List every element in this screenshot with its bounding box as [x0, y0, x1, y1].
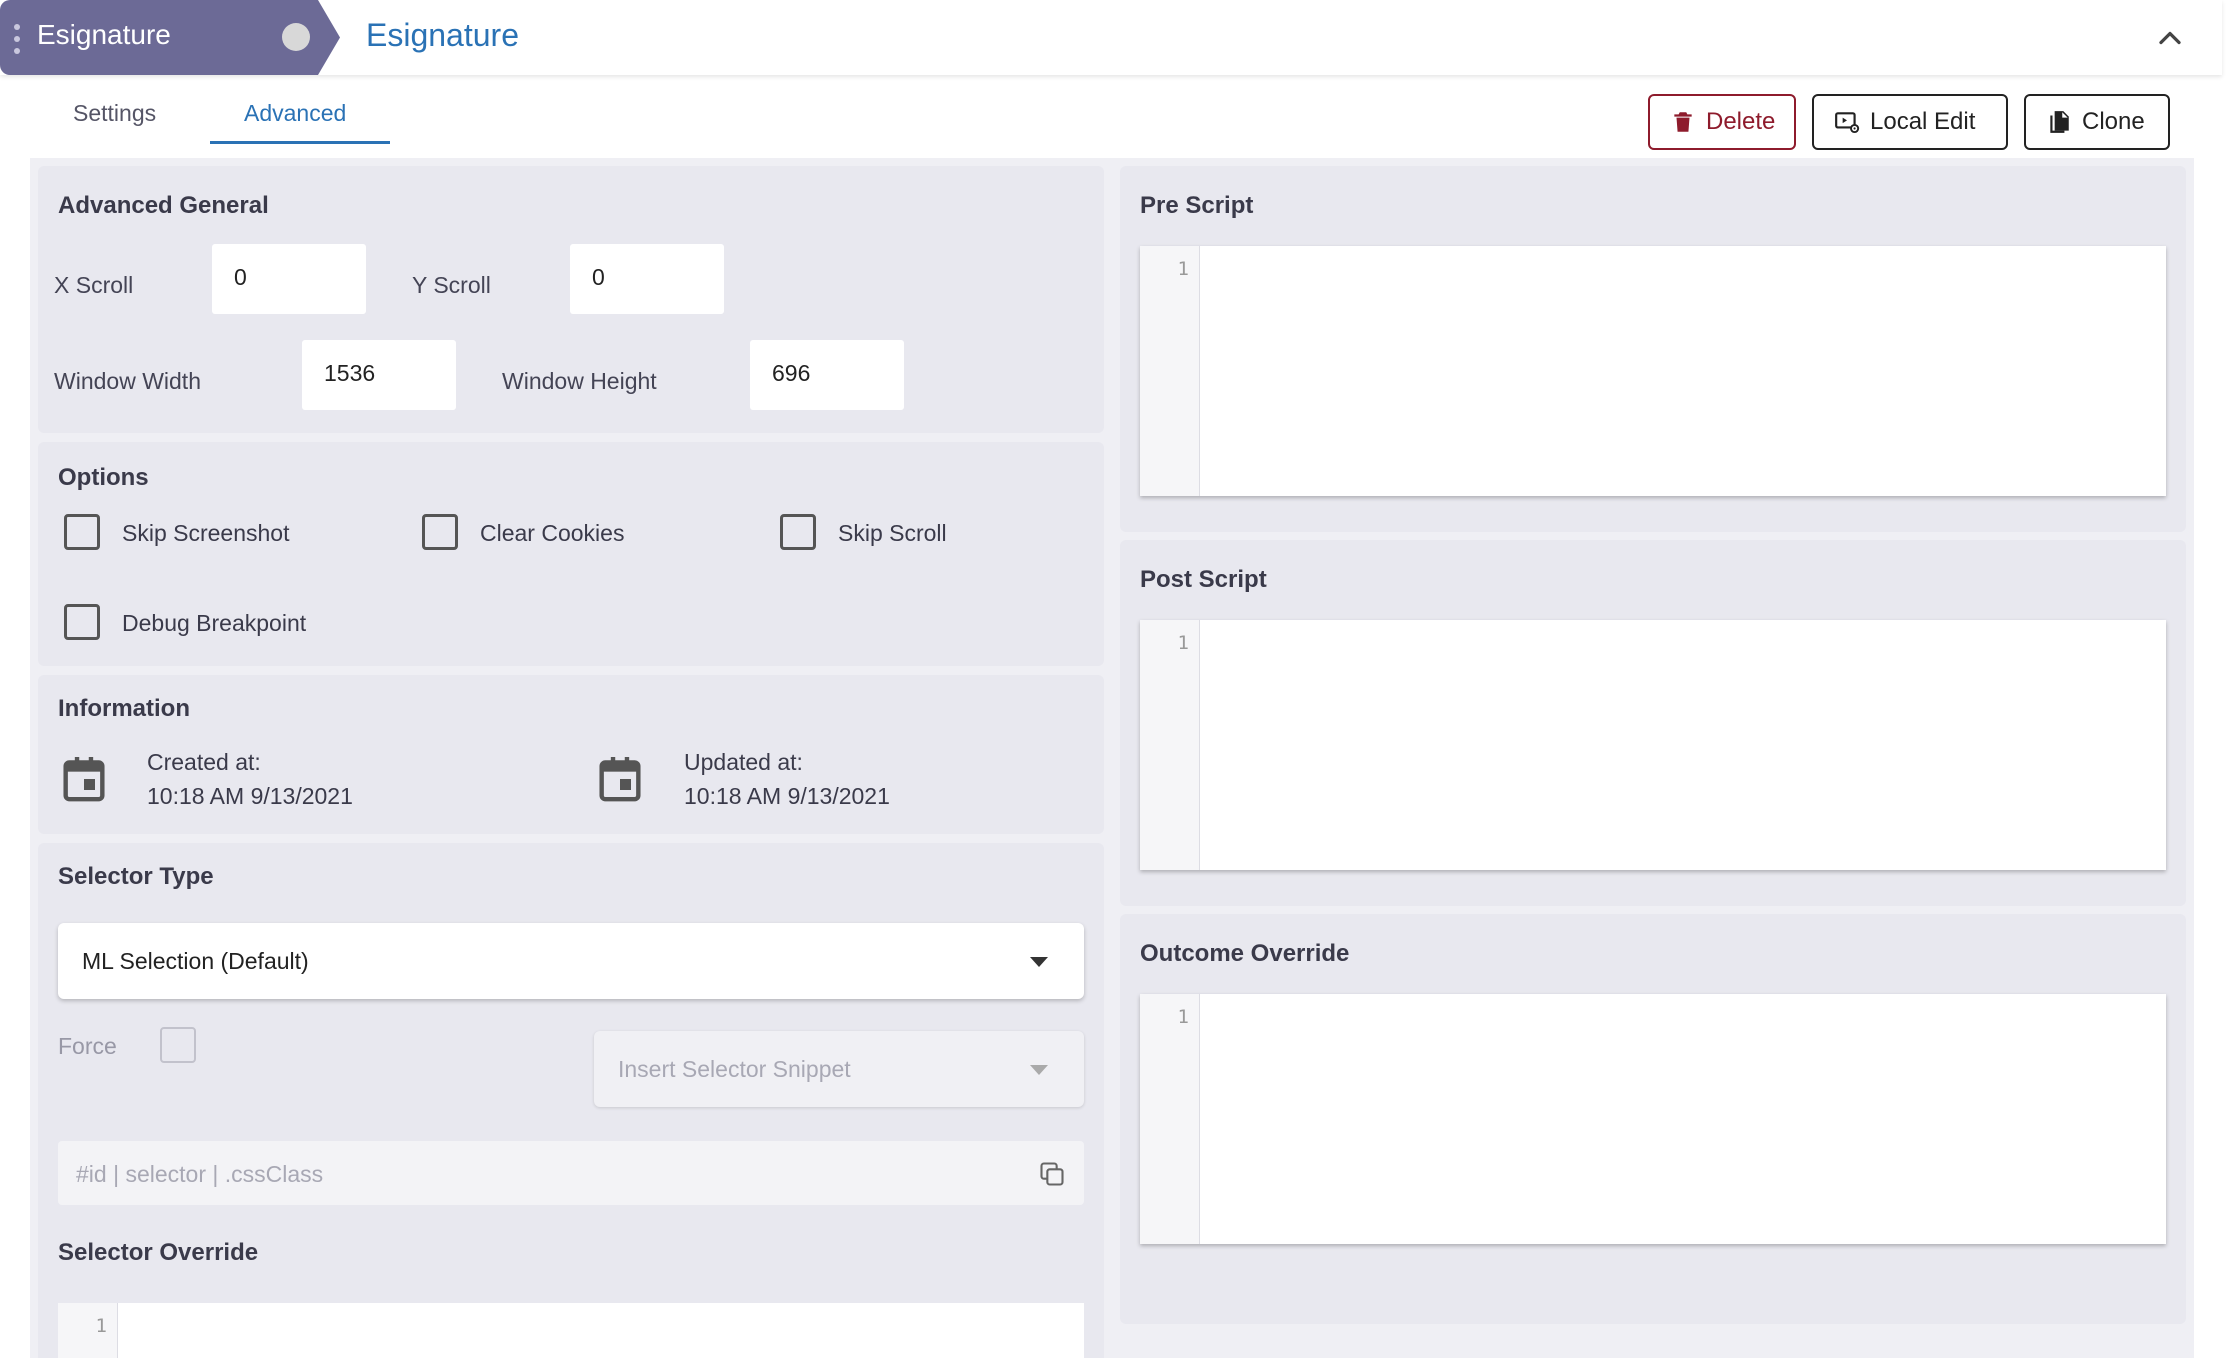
post-script-title: Post Script [1140, 566, 1267, 593]
window-width-input[interactable]: 1536 [302, 340, 456, 410]
pre-script-panel: Pre Script 1 [1120, 166, 2186, 532]
selector-type-panel: Selector Type ML Selection (Default) For… [38, 843, 1104, 1358]
post-script-editor[interactable]: 1 [1140, 620, 2166, 870]
content-area: Advanced General X Scroll 0 Y Scroll 0 W… [30, 158, 2194, 1358]
selector-type-dropdown[interactable]: ML Selection (Default) [58, 923, 1084, 999]
skip-screenshot-label: Skip Screenshot [122, 520, 290, 546]
skip-scroll-label: Skip Scroll [838, 520, 947, 546]
force-label: Force [58, 1033, 117, 1059]
pre-script-editor[interactable]: 1 [1140, 246, 2166, 496]
local-edit-icon [1835, 112, 1860, 134]
post-script-panel: Post Script 1 [1120, 540, 2186, 906]
clear-cookies-checkbox[interactable] [422, 514, 458, 550]
line-gutter: 1 [1140, 246, 1200, 496]
header-bar: Esignature Esignature [0, 0, 2222, 75]
clone-button-label: Clone [2082, 108, 2145, 135]
selector-override-editor[interactable]: 1 [58, 1303, 1084, 1358]
selector-input-placeholder: #id | selector | .cssClass [76, 1161, 324, 1187]
line-gutter: 1 [1140, 620, 1200, 870]
delete-button[interactable]: Delete [1648, 94, 1796, 150]
x-scroll-input[interactable]: 0 [212, 244, 366, 314]
local-edit-button[interactable]: Local Edit [1812, 94, 2008, 150]
updated-value: 10:18 AM 9/13/2021 [684, 783, 890, 809]
selector-type-value: ML Selection (Default) [82, 947, 309, 974]
insert-selector-snippet-dropdown[interactable]: Insert Selector Snippet [594, 1031, 1084, 1107]
window-width-label: Window Width [54, 368, 201, 394]
tab-advanced[interactable]: Advanced [244, 100, 346, 127]
pre-script-title: Pre Script [1140, 192, 1254, 219]
clear-cookies-label: Clear Cookies [480, 520, 625, 546]
line-number: 1 [95, 1315, 107, 1337]
chevron-up-icon[interactable] [2152, 20, 2188, 56]
force-checkbox[interactable] [160, 1027, 196, 1063]
calendar-icon [599, 757, 641, 802]
x-scroll-label: X Scroll [54, 272, 134, 298]
selector-input[interactable]: #id | selector | .cssClass [58, 1141, 1084, 1205]
breadcrumb[interactable]: Esignature [0, 0, 340, 75]
created-label: Created at: [147, 749, 261, 775]
chevron-down-icon [1030, 1065, 1048, 1075]
app-root: Esignature Esignature Settings Advanced … [0, 0, 2228, 1358]
line-number: 1 [1177, 258, 1189, 280]
updated-label: Updated at: [684, 749, 803, 775]
skip-scroll-checkbox[interactable] [780, 514, 816, 550]
information-title: Information [58, 695, 190, 722]
trash-icon [1674, 112, 1692, 132]
outcome-override-panel: Outcome Override 1 [1120, 914, 2186, 1324]
copy-icon [2050, 111, 2069, 133]
line-gutter: 1 [58, 1303, 118, 1358]
line-number: 1 [1177, 1006, 1189, 1028]
insert-selector-snippet-placeholder: Insert Selector Snippet [618, 1055, 851, 1082]
active-tab-indicator [210, 141, 390, 144]
created-value: 10:18 AM 9/13/2021 [147, 783, 353, 809]
page-title: Esignature [366, 17, 519, 53]
local-edit-button-label: Local Edit [1870, 108, 1976, 135]
options-panel: Options Skip Screenshot Clear Cookies Sk… [38, 442, 1104, 666]
y-scroll-input[interactable]: 0 [570, 244, 724, 314]
line-number: 1 [1177, 632, 1189, 654]
options-title: Options [58, 464, 149, 491]
window-height-label: Window Height [502, 368, 657, 394]
calendar-icon [63, 757, 105, 802]
skip-screenshot-checkbox[interactable] [64, 514, 100, 550]
y-scroll-label: Y Scroll [412, 272, 491, 298]
drag-handle-icon[interactable] [14, 24, 22, 54]
clone-button[interactable]: Clone [2024, 94, 2170, 150]
outcome-override-title: Outcome Override [1140, 940, 1350, 967]
information-panel: Information Created at: 10:18 AM 9/13/20… [38, 675, 1104, 834]
tab-settings[interactable]: Settings [73, 100, 156, 127]
delete-button-label: Delete [1706, 108, 1776, 135]
breadcrumb-label: Esignature [37, 19, 171, 50]
selector-type-title: Selector Type [58, 863, 214, 890]
outcome-override-editor[interactable]: 1 [1140, 994, 2166, 1244]
status-dot-icon [282, 23, 310, 51]
window-height-input[interactable]: 696 [750, 340, 904, 410]
debug-breakpoint-label: Debug Breakpoint [122, 610, 307, 636]
debug-breakpoint-checkbox[interactable] [64, 604, 100, 640]
advanced-general-panel: Advanced General X Scroll 0 Y Scroll 0 W… [38, 166, 1104, 433]
advanced-general-title: Advanced General [58, 192, 269, 219]
selector-override-title: Selector Override [58, 1239, 259, 1266]
line-gutter: 1 [1140, 994, 1200, 1244]
copy-icon[interactable] [1038, 1159, 1066, 1189]
chevron-down-icon [1030, 957, 1048, 967]
